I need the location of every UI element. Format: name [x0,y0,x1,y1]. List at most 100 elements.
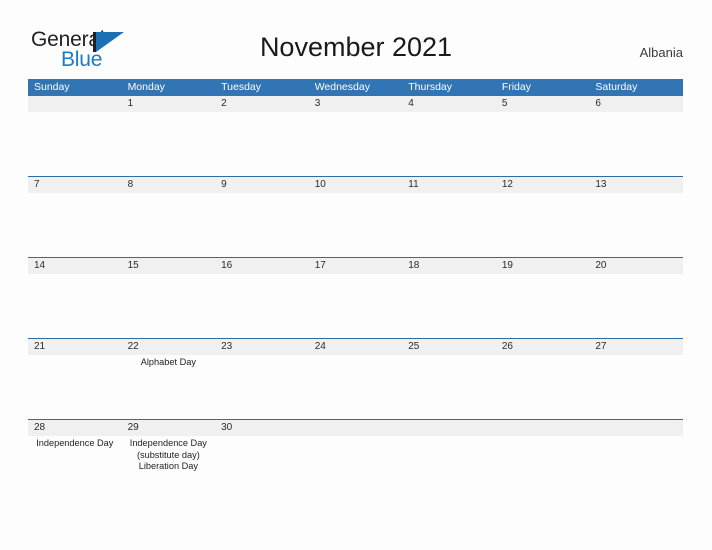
date-number[interactable]: 17 [309,258,403,274]
day-of-week-thursday: Thursday [408,81,453,93]
day-cell [402,112,496,176]
day-cell [215,355,309,419]
date-number[interactable]: 23 [215,339,309,355]
day-cell [402,436,496,500]
holiday-label: Independence Day (substitute day) [129,438,207,460]
week-event-row [28,274,683,338]
day-cell [215,436,309,500]
date-number[interactable]: 25 [402,339,496,355]
day-cell [402,355,496,419]
date-number[interactable]: 16 [215,258,309,274]
date-number-empty [309,420,403,436]
date-number[interactable]: 3 [309,96,403,112]
date-number[interactable]: 20 [589,258,683,274]
day-of-week-header-row: Sunday Monday Tuesday Wednesday Thursday… [28,79,683,96]
day-cell [28,193,122,257]
holiday-label: Alphabet Day [140,357,196,367]
day-of-week-monday: Monday [127,81,165,93]
day-cell [589,112,683,176]
calendar-week-row: 7 8 9 10 11 12 13 [28,176,683,257]
day-cell [122,112,216,176]
day-cell [589,436,683,500]
day-cell [309,112,403,176]
date-number[interactable]: 27 [589,339,683,355]
day-cell [589,355,683,419]
calendar-grid: Sunday Monday Tuesday Wednesday Thursday… [28,79,683,500]
day-cell [28,274,122,338]
date-number[interactable]: 4 [402,96,496,112]
week-date-number-row: 21 22 23 24 25 26 27 [28,339,683,355]
calendar-week-row: 28 29 30 Independence Day Independence Day (… [28,419,683,500]
holiday-label: Liberation Day [138,461,198,472]
day-cell [309,436,403,500]
day-cell [402,274,496,338]
date-number-empty [589,420,683,436]
page-header: General Blue November 2021 Albania [0,0,712,78]
date-number[interactable]: 30 [215,420,309,436]
date-number[interactable]: 1 [122,96,216,112]
week-event-row [28,193,683,257]
date-number[interactable]: 7 [28,177,122,193]
day-cell [28,355,122,419]
day-cell: Independence Day [28,436,122,500]
date-number[interactable]: 6 [589,96,683,112]
date-number[interactable]: 21 [28,339,122,355]
day-cell [122,274,216,338]
day-cell [122,193,216,257]
date-number[interactable]: 29 [122,420,216,436]
date-number[interactable]: 26 [496,339,590,355]
week-event-row: Alphabet Day [28,355,683,419]
week-event-row: Independence Day Independence Day (substi… [28,436,683,500]
date-number[interactable]: 13 [589,177,683,193]
date-number[interactable]: 24 [309,339,403,355]
day-cell [589,274,683,338]
day-cell [402,193,496,257]
date-number[interactable]: 2 [215,96,309,112]
calendar-page: General Blue November 2021 Albania Sunda… [0,0,712,550]
day-cell [496,355,590,419]
date-number[interactable]: 10 [309,177,403,193]
date-number[interactable]: 14 [28,258,122,274]
week-date-number-row: 14 15 16 17 18 19 20 [28,258,683,274]
day-of-week-wednesday: Wednesday [314,81,370,93]
page-title: November 2021 [259,32,453,62]
day-cell [496,436,590,500]
day-cell [215,274,309,338]
week-date-number-row: 28 29 30 [28,420,683,436]
week-date-number-row: 7 8 9 10 11 12 13 [28,177,683,193]
date-number[interactable]: 11 [402,177,496,193]
day-cell [309,193,403,257]
day-cell [28,112,122,176]
date-number[interactable]: 9 [215,177,309,193]
day-cell [496,112,590,176]
day-of-week-saturday: Saturday [595,81,638,93]
calendar-week-row: 123456 [28,96,683,176]
day-of-week-sunday: Sunday [34,81,70,93]
day-cell [309,355,403,419]
day-of-week-tuesday: Tuesday [221,81,262,93]
date-number[interactable]: 5 [496,96,590,112]
date-number-empty [496,420,590,436]
day-of-week-friday: Friday [501,81,531,93]
country-label: Albania [639,45,683,60]
date-number-empty [402,420,496,436]
day-cell [215,112,309,176]
calendar-week-row: 21 22 23 24 25 26 27 Alphabet Day [28,338,683,419]
week-date-number-row: 123456 [28,96,683,112]
date-number[interactable]: 8 [122,177,216,193]
day-cell: Independence Day (substitute day) Liberat… [122,436,216,500]
date-number[interactable]: 18 [402,258,496,274]
calendar-weeks: 1 2 3 4 5 6 7 8 9 10 11 12 13 14 15 16 17 18 19 20 21 22 23 24 2… [28,96,683,500]
date-number[interactable]: 22 [122,339,216,355]
date-number[interactable]: 12 [496,177,590,193]
day-cell [496,274,590,338]
day-cell [589,193,683,257]
date-number[interactable]: 28 [28,420,122,436]
date-number-empty [28,96,122,112]
date-number[interactable]: 19 [496,258,590,274]
week-event-row [28,112,683,176]
day-cell [309,274,403,338]
holiday-label: Independence Day [36,438,114,448]
date-number[interactable]: 15 [122,258,216,274]
day-cell [496,193,590,257]
